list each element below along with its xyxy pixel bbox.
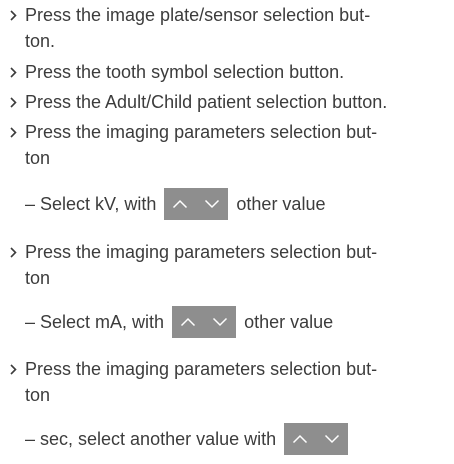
up-arrow-icon xyxy=(181,317,196,327)
substep-text-after: other value xyxy=(244,312,334,332)
chevron-right-icon xyxy=(8,119,18,145)
substep-text-before: – Select kV, with xyxy=(25,194,157,214)
step-text: Press the tooth symbol selection button. xyxy=(25,62,345,82)
step-text: Press the image plate/sensor selection b… xyxy=(25,5,371,51)
substep-select-ma: – Select mA, with other value xyxy=(25,305,333,339)
up-down-key xyxy=(284,423,349,455)
down-arrow-icon xyxy=(325,434,340,444)
up-down-key xyxy=(172,306,237,338)
step-imaging-parameters-ma: Press the imaging parameters selection b… xyxy=(8,239,448,291)
up-arrow-icon xyxy=(173,199,188,209)
step-text: Press the imaging parameters selection b… xyxy=(25,242,378,288)
chevron-right-icon xyxy=(8,356,18,382)
step-select-sensor: Press the image plate/sensor selection b… xyxy=(8,2,448,54)
step-text: Press the imaging parameters selection b… xyxy=(25,359,378,405)
chevron-right-icon xyxy=(8,239,18,265)
up-down-key xyxy=(164,188,229,220)
substep-select-kv: – Select kV, with other value xyxy=(25,187,325,221)
step-select-tooth: Press the tooth symbol selection button. xyxy=(8,59,448,85)
instruction-list: Press the image plate/sensor selection b… xyxy=(0,0,454,464)
chevron-right-icon xyxy=(8,89,18,115)
down-arrow-icon xyxy=(213,317,228,327)
substep-text-before: – Select mA, with xyxy=(25,312,165,332)
chevron-right-icon xyxy=(8,2,18,28)
step-text: Press the Adult/Child patient selection … xyxy=(25,92,388,112)
step-imaging-parameters-sec: Press the imaging parameters selection b… xyxy=(8,356,448,408)
chevron-right-icon xyxy=(8,59,18,85)
step-imaging-parameters-kv: Press the imaging parameters selection b… xyxy=(8,119,448,171)
substep-select-sec: – sec, select another value with xyxy=(25,422,356,456)
down-arrow-icon xyxy=(205,199,220,209)
step-select-patient: Press the Adult/Child patient selection … xyxy=(8,89,448,115)
up-arrow-icon xyxy=(293,434,308,444)
step-text: Press the imaging parameters selection b… xyxy=(25,122,378,168)
substep-text-before: – sec, select another value with xyxy=(25,429,277,449)
substep-text-after: other value xyxy=(236,194,326,214)
